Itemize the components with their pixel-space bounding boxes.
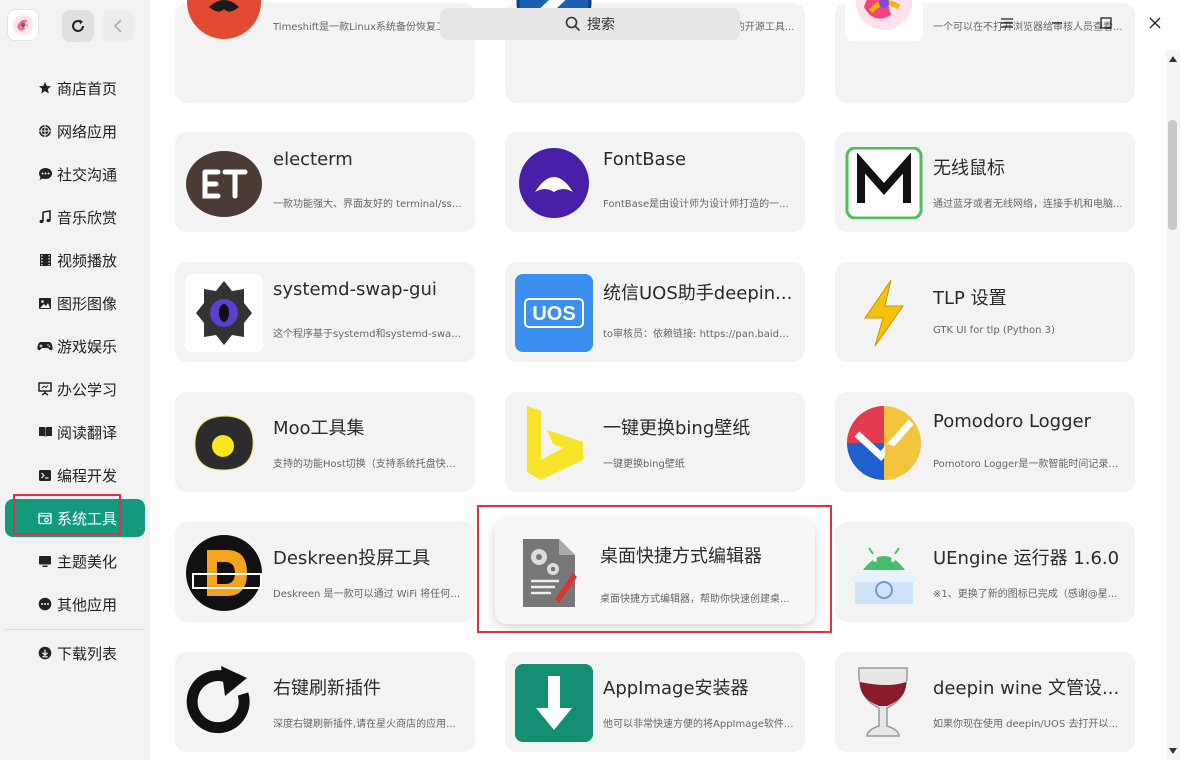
annotation-highlight-sidebar xyxy=(13,494,121,535)
spark-store-icon xyxy=(845,0,923,41)
moo-icon xyxy=(185,404,263,482)
gamepad-icon xyxy=(37,338,53,354)
image-icon xyxy=(37,295,53,311)
app-card[interactable]: Timeshift是一款Linux系统备份恢复工具... xyxy=(175,0,475,103)
hamburger-icon xyxy=(1001,18,1013,28)
svg-text:UOS: UOS xyxy=(532,303,575,325)
app-card-electerm[interactable]: electerm 一款功能强大、界面友好的 terminal/ssh/... xyxy=(175,132,475,232)
globe-icon xyxy=(37,123,53,139)
app-logo-icon xyxy=(8,10,38,40)
annotation-highlight-card xyxy=(477,505,832,633)
wine-glass-icon xyxy=(845,664,923,742)
sidebar-item-label: 阅读翻译 xyxy=(57,423,118,442)
music-icon xyxy=(37,209,53,225)
sidebar-item-label: 下载列表 xyxy=(57,644,118,663)
bing-icon xyxy=(515,404,593,482)
search-icon xyxy=(565,16,581,32)
appimage-installer-icon xyxy=(515,664,593,742)
app-card-systemd-swap-gui[interactable]: systemd-swap-gui 这个程序基于systemd和systemd-s… xyxy=(175,262,475,362)
app-card-uengine[interactable]: UEngine 运行器 1.6.0 ※1、更换了新的图标已完成（感谢@星... xyxy=(835,522,1135,622)
uengine-icon xyxy=(845,534,923,612)
sidebar-item-label: 网络应用 xyxy=(57,122,118,141)
app-card-wireless-mouse[interactable]: 无线鼠标 通过蓝牙或者无线网络，连接手机和电脑... xyxy=(835,132,1135,232)
sidebar-item-downloads[interactable]: 下载列表 xyxy=(5,634,145,672)
sidebar-item-graphics[interactable]: 图形图像 xyxy=(5,284,145,322)
app-card-deskreen[interactable]: Deskreen投屏工具 Deskreen 是一款可以通过 WiFi 将任何带.… xyxy=(175,522,475,622)
sidebar-item-games[interactable]: 游戏娱乐 xyxy=(5,327,145,365)
sidebar-item-label: 社交沟通 xyxy=(57,165,118,184)
timeshift-icon xyxy=(185,0,263,41)
menu-button[interactable] xyxy=(996,12,1018,34)
refresh-plugin-icon xyxy=(185,664,263,742)
close-button[interactable] xyxy=(1144,12,1166,34)
sidebar-item-music[interactable]: 音乐欣赏 xyxy=(5,198,145,236)
app-card-appimage-installer[interactable]: AppImage安装器 他可以非常快速方便的将AppImage软件... xyxy=(505,652,805,752)
scrollbar-thumb[interactable] xyxy=(1168,120,1177,230)
chevron-left-icon xyxy=(113,19,122,33)
download-icon xyxy=(37,645,53,661)
pomodoro-logger-icon xyxy=(845,404,923,482)
sidebar-item-office[interactable]: 办公学习 xyxy=(5,370,145,408)
more-icon xyxy=(37,596,53,612)
star-icon xyxy=(37,80,53,96)
sidebar-item-others[interactable]: 其他应用 xyxy=(5,585,145,623)
sidebar-item-home[interactable]: 商店首页 xyxy=(5,69,145,107)
sidebar: 商店首页 网络应用 社交沟通 音乐欣赏 视频播放 图形图像 游戏娱乐 办公学习 xyxy=(0,0,150,760)
back-button[interactable] xyxy=(102,10,134,42)
app-card-bing-wallpaper[interactable]: 一键更换bing壁纸 一键更换bing壁纸 xyxy=(505,392,805,492)
search-box[interactable]: 搜索 xyxy=(440,8,740,40)
app-card-deepin-wine-fm[interactable]: deepin wine 文管设... 如果你现在使用 deepin/UOS 去打… xyxy=(835,652,1135,752)
terminal-icon xyxy=(37,467,53,483)
app-grid: Timeshift是一款Linux系统备份恢复工具... Ventoy是一个制作… xyxy=(150,0,1166,760)
film-icon xyxy=(37,252,53,268)
refresh-button[interactable] xyxy=(62,10,94,42)
app-card-right-click-refresh[interactable]: 右键刷新插件 深度右键刷新插件,请在星火商店的应用... xyxy=(175,652,475,752)
search-label: 搜索 xyxy=(587,17,615,33)
app-card-tlp[interactable]: TLP 设置 GTK UI for tlp (Python 3) xyxy=(835,262,1135,362)
chat-icon xyxy=(37,166,53,182)
minimize-button[interactable] xyxy=(1046,12,1068,34)
app-card[interactable]: 一个可以在不打开浏览器给审核人员查看... xyxy=(835,0,1135,103)
maximize-button[interactable] xyxy=(1095,12,1117,34)
fontbase-icon xyxy=(515,144,593,222)
close-icon xyxy=(1149,17,1161,29)
monitor-icon xyxy=(37,553,53,569)
wireless-mouse-icon xyxy=(845,144,923,222)
deskreen-icon xyxy=(185,534,263,612)
sidebar-item-label: 视频播放 xyxy=(57,251,118,270)
sidebar-item-label: 其他应用 xyxy=(57,595,118,614)
sidebar-item-social[interactable]: 社交沟通 xyxy=(5,155,145,193)
sidebar-item-label: 图形图像 xyxy=(57,294,118,313)
app-card-pomodoro-logger[interactable]: Pomodoro Logger Pomotoro Logger是一款智能时间记录… xyxy=(835,392,1135,492)
minimize-icon xyxy=(1052,22,1062,24)
sidebar-item-themes[interactable]: 主题美化 xyxy=(5,542,145,580)
presentation-icon xyxy=(37,381,53,397)
sidebar-item-reading[interactable]: 阅读翻译 xyxy=(5,413,145,451)
sidebar-item-label: 编程开发 xyxy=(57,466,118,485)
lightning-icon xyxy=(845,274,923,352)
book-icon xyxy=(37,424,53,440)
app-card-moo[interactable]: Moo工具集 支持的功能Host切换（支持系统托盘快速... xyxy=(175,392,475,492)
app-card-uos-assistant[interactable]: UOS 统信UOS助手deepin... to审核员：依赖链接: https:/… xyxy=(505,262,805,362)
sidebar-item-video[interactable]: 视频播放 xyxy=(5,241,145,279)
sidebar-item-label: 商店首页 xyxy=(57,79,118,98)
electerm-icon xyxy=(185,144,263,222)
scroll-down-icon[interactable] xyxy=(1166,744,1180,758)
app-card-fontbase[interactable]: FontBase FontBase是由设计师为设计师打造的一... xyxy=(505,132,805,232)
sidebar-item-development[interactable]: 编程开发 xyxy=(5,456,145,494)
sidebar-divider xyxy=(5,629,145,630)
refresh-icon xyxy=(72,19,84,32)
sidebar-item-label: 主题美化 xyxy=(57,552,118,571)
scroll-up-icon[interactable] xyxy=(1166,52,1180,66)
uos-assistant-icon: UOS xyxy=(515,274,593,352)
maximize-icon xyxy=(1100,17,1112,29)
sidebar-item-label: 游戏娱乐 xyxy=(57,337,118,356)
sidebar-item-label: 音乐欣赏 xyxy=(57,208,118,227)
systemd-swap-gui-icon xyxy=(185,274,263,352)
sidebar-item-label: 办公学习 xyxy=(57,380,118,399)
sidebar-item-network[interactable]: 网络应用 xyxy=(5,112,145,150)
